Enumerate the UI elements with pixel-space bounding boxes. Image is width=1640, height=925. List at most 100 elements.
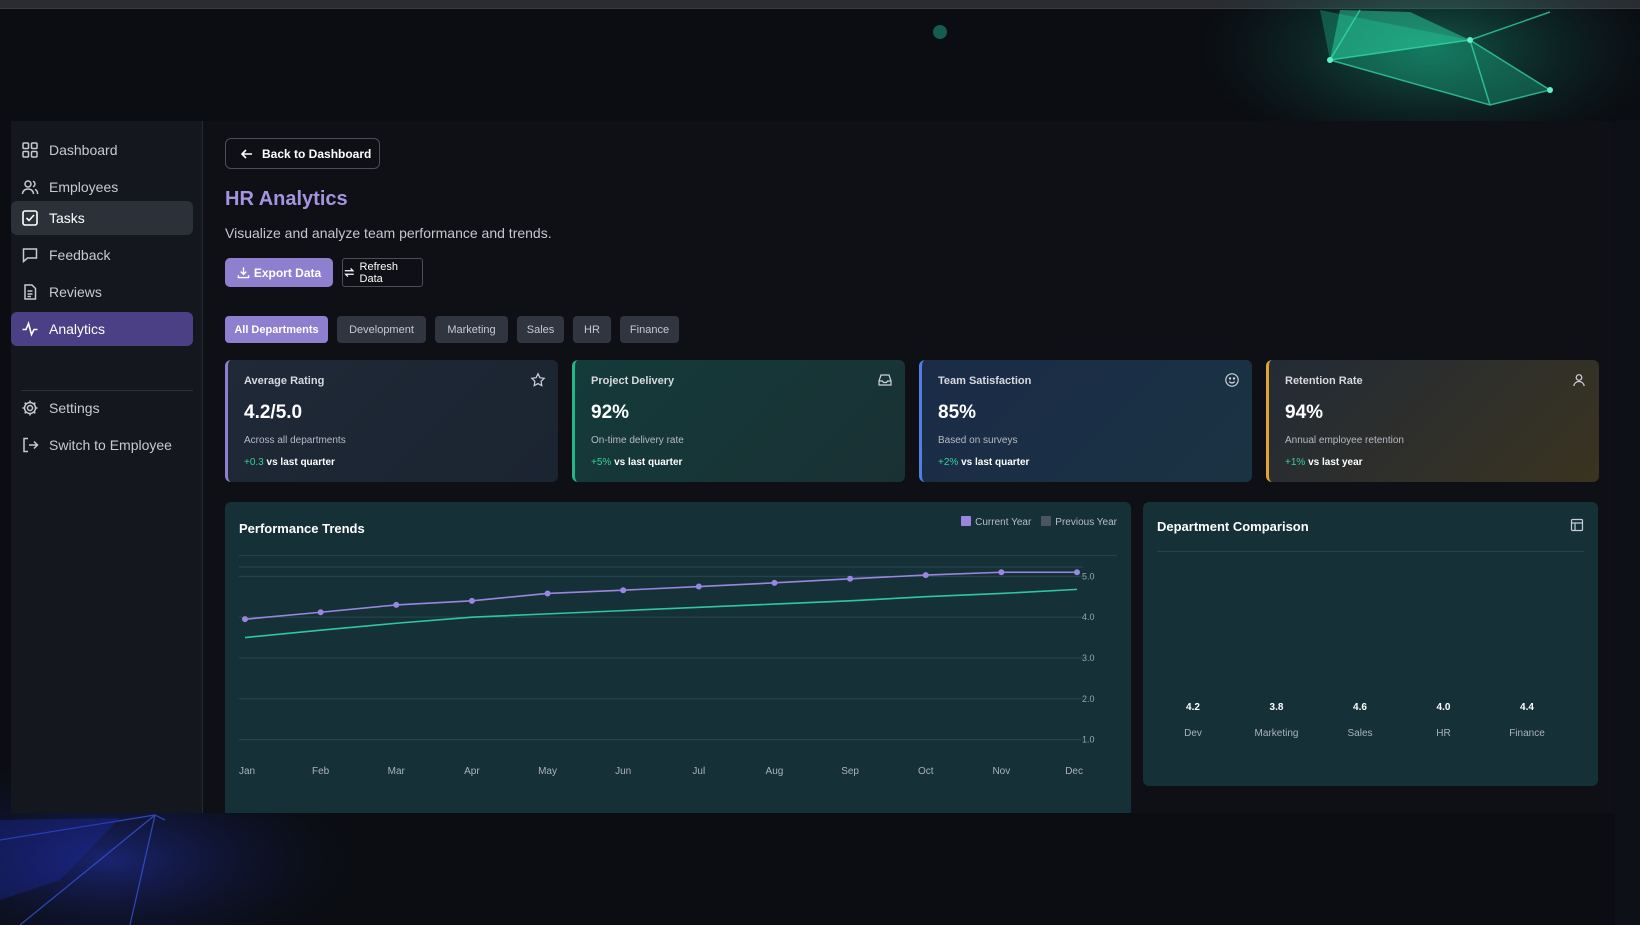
sidebar-item-feedback[interactable]: Feedback	[11, 238, 193, 272]
sidebar-item-label: Settings	[49, 400, 100, 416]
sidebar-item-tasks[interactable]: Tasks	[11, 201, 193, 235]
filter-all-departments[interactable]: All Departments	[225, 316, 328, 343]
export-button-label: Export Data	[253, 265, 322, 280]
filter-finance[interactable]: Finance	[620, 316, 679, 343]
user-icon	[1573, 374, 1585, 387]
data-point[interactable]	[544, 590, 551, 597]
data-point[interactable]	[242, 616, 248, 623]
y-tick-label: 1.0	[1082, 735, 1095, 745]
performance-trends-panel: Performance Trends Current Year Previous…	[225, 502, 1131, 813]
card-label: Project Delivery	[591, 375, 675, 387]
refresh-data-button[interactable]: Refresh Data	[342, 258, 423, 287]
data-point[interactable]	[317, 609, 324, 616]
filter-development[interactable]: Development	[337, 316, 426, 343]
sidebar-item-switch-to-employee[interactable]: Switch to Employee	[11, 428, 193, 462]
star-icon	[530, 372, 546, 387]
bar-category-label: Marketing	[1255, 728, 1299, 739]
x-tick-label: Dec	[1065, 766, 1083, 777]
smile-icon	[1225, 373, 1239, 387]
y-tick-label: 3.0	[1082, 653, 1095, 663]
bar-value-label: 4.0	[1437, 702, 1451, 713]
x-tick-label: Oct	[918, 766, 934, 777]
data-point[interactable]	[998, 569, 1005, 576]
main-content: Back to Dashboard HR Analytics Visualize…	[203, 121, 1614, 813]
users-icon	[21, 178, 39, 196]
card-description: Annual employee retention	[1285, 435, 1404, 446]
y-tick-label: 4.0	[1082, 612, 1095, 622]
sidebar: Dashboard Employees Tasks Feedback Revie…	[11, 121, 203, 813]
card-value: 85%	[938, 402, 977, 423]
right-edge-panel	[1615, 120, 1640, 925]
card-description: Based on surveys	[938, 435, 1018, 446]
card-value: 92%	[591, 402, 630, 423]
department-comparison-panel: Department Comparison 4.2 Dev 3.8 Marketing…	[1143, 502, 1598, 786]
sidebar-item-dashboard[interactable]: Dashboard	[11, 133, 193, 167]
data-point[interactable]	[847, 575, 854, 582]
delta-suffix: vs last quarter	[614, 457, 683, 468]
delta-suffix: vs last quarter	[961, 457, 1030, 468]
delta-value: +5%	[591, 457, 612, 468]
stat-card-project-delivery: Project Delivery 92% On-time delivery ra…	[572, 360, 905, 482]
delta-suffix: vs last year	[1308, 457, 1363, 468]
sidebar-item-label: Tasks	[49, 210, 85, 226]
activity-icon	[21, 320, 39, 338]
arrow-left-icon	[240, 148, 252, 159]
message-square-icon	[21, 246, 39, 264]
delta-value: +0.3	[244, 457, 264, 468]
y-tick-label: 2.0	[1082, 694, 1095, 704]
x-tick-label: Feb	[312, 766, 330, 777]
filter-marketing[interactable]: Marketing	[435, 316, 508, 343]
sidebar-item-settings[interactable]: Settings	[11, 391, 193, 425]
stat-card-team-satisfaction: Team Satisfaction 85% Based on surveys +…	[919, 360, 1252, 482]
bar-category-label: Sales	[1347, 728, 1372, 739]
sidebar-item-label: Employees	[49, 179, 119, 195]
logout-icon	[21, 436, 39, 454]
data-point[interactable]	[695, 583, 702, 590]
download-icon	[237, 267, 250, 279]
x-tick-label: Jan	[239, 766, 255, 777]
data-point[interactable]	[620, 587, 627, 594]
stat-card-retention-rate: Retention Rate 94% Annual employee reten…	[1266, 360, 1599, 482]
card-value: 4.2/5.0	[244, 402, 303, 423]
card-delta: +5% vs last quarter	[591, 457, 682, 468]
back-to-dashboard-button[interactable]: Back to Dashboard	[225, 138, 380, 169]
export-data-button[interactable]: Export Data	[225, 258, 333, 287]
x-tick-label: Apr	[464, 766, 480, 777]
app-window: Dashboard Employees Tasks Feedback Revie…	[11, 121, 1614, 813]
card-label: Team Satisfaction	[938, 375, 1032, 387]
x-tick-label: Sep	[841, 766, 859, 777]
bar-value-label: 4.4	[1520, 702, 1534, 713]
bar-category-label: HR	[1436, 728, 1450, 739]
card-delta: +0.3 vs last quarter	[244, 457, 335, 468]
filter-sales[interactable]: Sales	[517, 316, 564, 343]
data-point[interactable]	[771, 579, 778, 586]
x-tick-label: Aug	[766, 766, 784, 777]
filter-hr[interactable]: HR	[573, 316, 611, 343]
x-tick-label: Nov	[992, 766, 1010, 777]
bar-value-label: 4.6	[1353, 702, 1367, 713]
sidebar-item-label: Reviews	[49, 284, 102, 300]
page-title: HR Analytics	[225, 188, 348, 210]
data-point[interactable]	[468, 597, 475, 604]
performance-line-chart: 1.0 2.0 3.0 4.0 5.0 Jan Feb Mar Apr May Jun Jul Aug S…	[239, 566, 1095, 777]
bar-category-label: Finance	[1509, 728, 1545, 739]
delta-value: +2%	[938, 457, 959, 468]
sidebar-item-employees[interactable]: Employees	[11, 170, 193, 204]
sidebar-item-label: Dashboard	[49, 142, 118, 158]
card-value: 94%	[1285, 402, 1324, 423]
sidebar-item-label: Switch to Employee	[49, 437, 172, 453]
data-point[interactable]	[1074, 569, 1080, 576]
sidebar-item-label: Feedback	[49, 247, 111, 263]
delta-suffix: vs last quarter	[266, 457, 335, 468]
bar-value-label: 3.8	[1270, 702, 1284, 713]
data-point[interactable]	[393, 601, 400, 608]
sidebar-item-reviews[interactable]: Reviews	[11, 275, 193, 309]
checkbox-icon	[21, 209, 39, 227]
bar-value-label: 4.2	[1186, 702, 1200, 713]
data-point[interactable]	[922, 572, 929, 579]
refresh-button-label: Refresh Data	[359, 260, 399, 285]
delta-value: +1%	[1285, 457, 1306, 468]
series-line-previous-year	[244, 588, 1078, 639]
sidebar-item-analytics[interactable]: Analytics	[11, 312, 193, 346]
dashboard-grid-icon	[21, 141, 39, 159]
